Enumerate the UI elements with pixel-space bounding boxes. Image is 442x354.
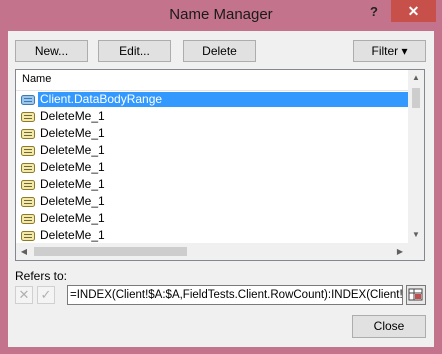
list-item-label: DeleteMe_1 [40, 143, 105, 157]
close-button[interactable]: Close [352, 315, 426, 338]
defined-name-icon [21, 213, 35, 224]
refers-to-label: Refers to: [15, 269, 68, 283]
defined-name-icon [21, 145, 35, 156]
horizontal-scrollbar[interactable]: ◀ ▶ [16, 243, 408, 260]
list-item-label: DeleteMe_1 [40, 109, 105, 123]
list-item-label: DeleteMe_1 [40, 160, 105, 174]
list-item-label: DeleteMe_1 [40, 211, 105, 225]
delete-button-label: Delete [202, 44, 237, 58]
vertical-scrollbar[interactable]: ▲ ▼ [408, 70, 424, 243]
refers-to-field[interactable]: =INDEX(Client!$A:$A,FieldTests.Client.Ro… [67, 285, 403, 305]
list-item-label: DeleteMe_1 [40, 177, 105, 191]
list-item[interactable]: DeleteMe_1 [16, 159, 408, 176]
defined-name-icon [21, 111, 35, 122]
list-item[interactable]: Client.DataBodyRange [16, 91, 408, 108]
cancel-edit-icon[interactable]: ✕ [15, 286, 33, 304]
confirm-edit-icon[interactable]: ✓ [37, 286, 55, 304]
table-name-icon [21, 94, 35, 105]
new-button[interactable]: New... [15, 40, 88, 62]
list-item[interactable]: DeleteMe_1 [16, 176, 408, 193]
defined-name-icon [21, 162, 35, 173]
name-rows: Client.DataBodyRange DeleteMe_1 DeleteMe_1… [16, 91, 408, 244]
list-item[interactable]: DeleteMe_1 [16, 193, 408, 210]
scroll-left-arrow-icon[interactable]: ◀ [16, 243, 32, 260]
delete-button[interactable]: Delete [183, 40, 256, 62]
refers-to-value: =INDEX(Client!$A:$A,FieldTests.Client.Ro… [70, 289, 403, 301]
list-item[interactable]: DeleteMe_1 [16, 142, 408, 159]
horizontal-scroll-thumb[interactable] [34, 247, 187, 256]
name-column-label: Name [22, 73, 52, 85]
scrollbar-corner [408, 243, 424, 260]
list-item[interactable]: DeleteMe_1 [16, 210, 408, 227]
names-list[interactable]: Name Client.DataBodyRange DeleteMe_1 Delet… [15, 69, 425, 261]
scroll-up-arrow-icon[interactable]: ▲ [408, 70, 424, 86]
defined-name-icon [21, 128, 35, 139]
collapse-dialog-button[interactable] [406, 285, 426, 305]
help-button[interactable]: ? [362, 2, 386, 22]
edit-button[interactable]: Edit... [98, 40, 171, 62]
list-item[interactable]: DeleteMe_1 [16, 108, 408, 125]
title-bar: Name Manager ? ✕ [0, 0, 442, 32]
defined-name-icon [21, 196, 35, 207]
list-item-label: DeleteMe_1 [40, 194, 105, 208]
defined-name-icon [21, 230, 35, 241]
window-close-button[interactable]: ✕ [391, 0, 436, 22]
list-item[interactable]: DeleteMe_1 [16, 125, 408, 142]
filter-button[interactable]: Filter ▾ [353, 40, 426, 62]
list-item[interactable]: DeleteMe_1 [16, 227, 408, 244]
scroll-down-arrow-icon[interactable]: ▼ [408, 227, 424, 243]
list-item-label: DeleteMe_1 [40, 126, 105, 140]
vertical-scroll-thumb[interactable] [412, 88, 420, 108]
filter-button-label: Filter ▾ [371, 44, 408, 58]
name-column-header[interactable]: Name [16, 70, 408, 91]
list-item-label: Client.DataBodyRange [38, 92, 408, 107]
edit-button-label: Edit... [119, 44, 150, 58]
defined-name-icon [21, 179, 35, 190]
list-item-label: DeleteMe_1 [40, 228, 105, 242]
new-button-label: New... [34, 44, 69, 58]
close-button-label: Close [373, 319, 405, 333]
scroll-right-arrow-icon[interactable]: ▶ [392, 243, 408, 260]
range-select-icon [408, 288, 423, 301]
